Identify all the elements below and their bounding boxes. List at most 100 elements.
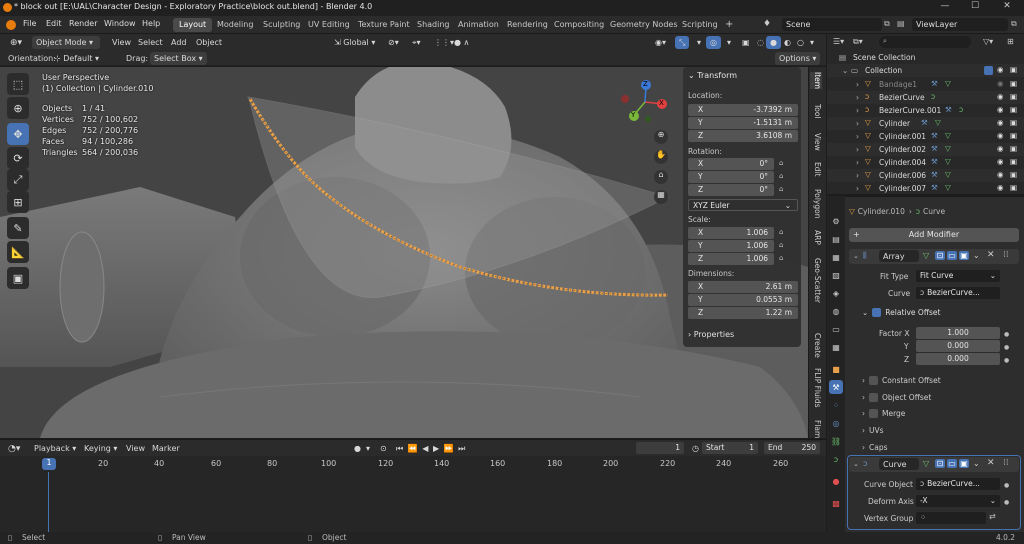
- menu-select[interactable]: Select: [134, 36, 167, 49]
- on-cage-icon[interactable]: ▽: [923, 459, 929, 468]
- annotate-tool-icon[interactable]: ✎: [7, 217, 29, 239]
- outliner-item[interactable]: › ▽ Cylinder.004 ⚒ ▽ ◉ ▣: [827, 156, 1024, 169]
- current-frame-field[interactable]: 1: [636, 442, 684, 454]
- material-tab-icon[interactable]: ●: [829, 474, 843, 488]
- uvs-panel[interactable]: › UVs: [862, 426, 884, 435]
- object-offset-toggle[interactable]: › Object Offset: [862, 393, 931, 402]
- camera-render-icon[interactable]: ▣: [1010, 118, 1017, 127]
- camera-render-icon[interactable]: ▣: [1010, 157, 1017, 166]
- close-icon[interactable]: ✕: [987, 458, 995, 468]
- output-tab-icon[interactable]: ▦: [829, 250, 843, 264]
- tab-create[interactable]: Create: [810, 333, 822, 358]
- camera-render-icon[interactable]: ▣: [1010, 105, 1017, 114]
- proportional-edit-icon[interactable]: ● ∧: [450, 36, 473, 49]
- orientation-selector[interactable]: ⊹ Default ▾: [50, 52, 103, 65]
- menu-edit[interactable]: Edit: [46, 19, 62, 28]
- tab-shading[interactable]: Shading: [411, 18, 456, 32]
- object-offset-checkbox[interactable]: [869, 393, 878, 402]
- tab-flip-fluids[interactable]: FLIP Fluids: [810, 368, 822, 408]
- keying-set-icon[interactable]: ⊙: [376, 442, 391, 455]
- display-mode-icon[interactable]: ⧉▾: [853, 37, 863, 47]
- lock-icon[interactable]: ⌂: [779, 185, 783, 193]
- scale-z-field[interactable]: Z 1.006: [688, 253, 774, 265]
- relative-offset-checkbox[interactable]: [872, 308, 882, 317]
- caps-panel[interactable]: › Caps: [862, 443, 888, 452]
- view-layer-selector[interactable]: ViewLayer: [912, 18, 1008, 31]
- tab-rendering[interactable]: Rendering: [501, 18, 554, 32]
- scene-icon[interactable]: ♦: [763, 19, 771, 29]
- visibility-icon[interactable]: ◉▾: [651, 36, 670, 49]
- eye-icon[interactable]: ◉: [997, 183, 1004, 192]
- gizmo-options-icon[interactable]: ▾: [693, 36, 705, 49]
- eye-icon[interactable]: ◉: [997, 144, 1004, 153]
- scene-tab-icon[interactable]: ◈: [829, 286, 843, 300]
- tab-edit[interactable]: Edit: [810, 162, 822, 177]
- drag-handle-icon[interactable]: ⁞⁞: [1003, 458, 1009, 468]
- outliner-item[interactable]: › ▽ Cylinder.007 ⚒ ▽ ◉ ▣: [827, 182, 1024, 193]
- tab-sculpting[interactable]: Sculpting: [257, 18, 306, 32]
- keyframe-dot-icon[interactable]: ●: [1004, 482, 1009, 489]
- timeline-view-menu[interactable]: View: [122, 442, 149, 455]
- menu-help[interactable]: Help: [142, 19, 160, 28]
- minimize-button[interactable]: —: [930, 1, 960, 15]
- relative-offset-toggle[interactable]: ⌄ Relative Offset: [862, 308, 940, 317]
- constraints-tab-icon[interactable]: ⛓: [829, 434, 843, 448]
- realtime-icon[interactable]: ▭: [947, 251, 957, 260]
- drag-selector[interactable]: Select Box ▾: [150, 52, 207, 65]
- render-tab-icon[interactable]: ▤: [829, 232, 843, 246]
- outliner-search-input[interactable]: ⌕: [879, 36, 971, 48]
- tab-modeling[interactable]: Modeling: [211, 18, 259, 32]
- tab-geo-scatter[interactable]: Geo-Scatter: [810, 258, 822, 303]
- curve-object-field[interactable]: ↄ BezierCurve...: [916, 287, 1000, 299]
- factor-y-field[interactable]: 0.000: [916, 340, 1000, 352]
- outliner-item[interactable]: › ▽ Cylinder.002 ⚒ ▽ ◉ ▣: [827, 143, 1024, 156]
- invert-arrows-icon[interactable]: ⇄: [989, 512, 996, 521]
- edit-mode-icon[interactable]: ⊡: [935, 459, 945, 468]
- menu-file[interactable]: File: [23, 19, 36, 28]
- view-layer-tab-icon[interactable]: ▧: [829, 268, 843, 282]
- preview-range-icon[interactable]: ◷: [688, 442, 703, 455]
- close-button[interactable]: ✕: [992, 1, 1022, 15]
- tab-arp[interactable]: ARP: [810, 230, 822, 245]
- add-cube-tool-icon[interactable]: ▣: [7, 267, 29, 289]
- close-icon[interactable]: ✕: [987, 250, 995, 260]
- tab-item[interactable]: Item: [810, 72, 822, 90]
- pivot-point-icon[interactable]: ⊘▾: [384, 36, 403, 49]
- pan-hand-icon[interactable]: ✋: [654, 150, 668, 164]
- playback-menu[interactable]: Playback ▾: [30, 442, 80, 455]
- camera-render-icon[interactable]: ▣: [1010, 144, 1017, 153]
- outliner-item[interactable]: › ▽ Cylinder ⚒ ▽ ◉ ▣: [827, 117, 1024, 130]
- timeline-ruler[interactable]: [0, 456, 826, 472]
- timeline-editor-icon[interactable]: ◔▾: [4, 442, 24, 455]
- tab-scripting[interactable]: Scripting: [676, 18, 724, 32]
- menu-add[interactable]: Add: [167, 36, 191, 49]
- outliner-editor-icon[interactable]: ☰▾: [833, 37, 844, 46]
- dimensions-z-field[interactable]: Z 1.22 m: [688, 307, 798, 319]
- factor-z-field[interactable]: 0.000: [916, 353, 1000, 365]
- keying-options-icon[interactable]: ▾: [362, 442, 374, 455]
- tab-flam[interactable]: Flam: [810, 420, 822, 438]
- zoom-icon[interactable]: ⊕: [654, 130, 668, 144]
- maximize-button[interactable]: ☐: [960, 1, 990, 15]
- transform-tool-icon[interactable]: ⊞: [7, 191, 29, 213]
- collection-checkbox[interactable]: [984, 66, 993, 75]
- scale-y-field[interactable]: Y 1.006: [688, 240, 774, 252]
- transform-orientation[interactable]: ⇲ Global ▾: [330, 36, 379, 49]
- add-modifier-button[interactable]: + Add Modifier: [849, 228, 1019, 242]
- dimensions-y-field[interactable]: Y 0.0553 m: [688, 294, 798, 306]
- timeline-area[interactable]: [0, 472, 826, 532]
- tab-compositing[interactable]: Compositing: [548, 18, 610, 32]
- options-menu[interactable]: Options ▾: [775, 52, 821, 65]
- shading-options-icon[interactable]: ▾: [806, 36, 818, 49]
- dimensions-x-field[interactable]: X 2.61 m: [688, 281, 798, 293]
- select-box-tool-icon[interactable]: ⬚: [7, 73, 29, 95]
- eye-icon[interactable]: ◉: [997, 65, 1004, 74]
- eye-icon[interactable]: ◉: [997, 118, 1004, 127]
- editor-type-icon[interactable]: ⊕▾: [6, 36, 26, 49]
- overlays-options-icon[interactable]: ▾: [723, 36, 735, 49]
- tab-tool[interactable]: Tool: [810, 104, 822, 119]
- texture-tab-icon[interactable]: ▦: [829, 340, 843, 354]
- keyframe-dot-icon[interactable]: ●: [1004, 331, 1009, 338]
- tab-uv-editing[interactable]: UV Editing: [302, 18, 356, 32]
- lock-icon[interactable]: ⌂: [779, 241, 783, 249]
